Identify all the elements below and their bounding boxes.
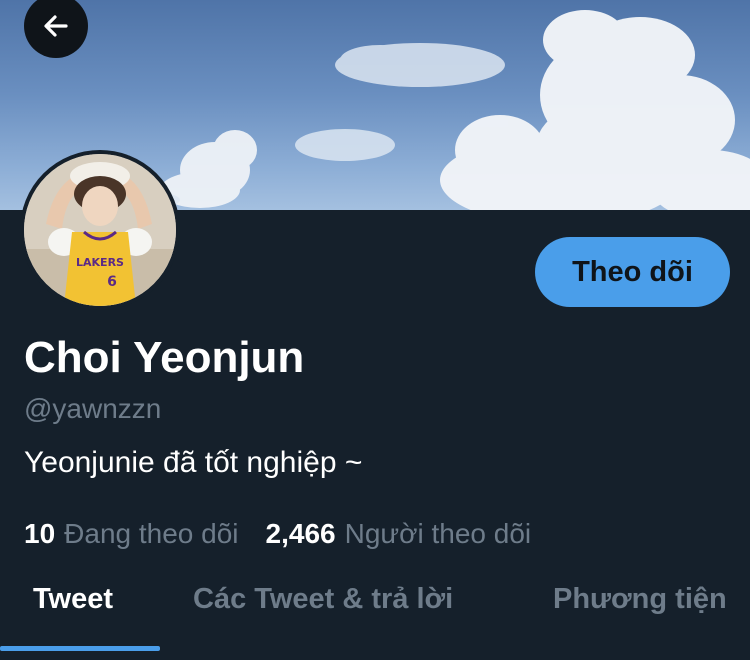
tab-tweets-and-replies[interactable]: Các Tweet & trả lời — [193, 583, 453, 616]
profile-tabs: Tweet Các Tweet & trả lời Phương tiện — [0, 575, 750, 660]
arrow-left-icon — [44, 15, 68, 37]
follow-button[interactable]: Theo dõi — [535, 237, 730, 307]
following-link[interactable]: 10 Đang theo dõi — [24, 518, 239, 550]
svg-text:6: 6 — [107, 274, 117, 290]
display-name: Choi Yeonjun — [24, 333, 305, 382]
user-handle: @yawnzzn — [24, 393, 162, 424]
user-bio: Yeonjunie đã tốt nghiệp ~ — [24, 446, 363, 479]
followers-count: 2,466 — [265, 518, 336, 549]
svg-text:LAKERS: LAKERS — [76, 256, 124, 269]
following-label: Đang theo dõi — [64, 518, 239, 549]
followers-label: Người theo dõi — [344, 518, 532, 549]
tab-tweets[interactable]: Tweet — [33, 583, 113, 616]
followers-link[interactable]: 2,466 Người theo dõi — [266, 518, 532, 550]
profile-stats: 10 Đang theo dõi 2,466 Người theo dõi — [24, 518, 531, 550]
avatar[interactable]: LAKERS 6 — [20, 150, 180, 310]
active-tab-indicator — [0, 646, 160, 651]
tab-media[interactable]: Phương tiện — [553, 583, 727, 616]
following-count: 10 — [24, 518, 56, 549]
avatar-photo: LAKERS 6 — [24, 154, 176, 306]
